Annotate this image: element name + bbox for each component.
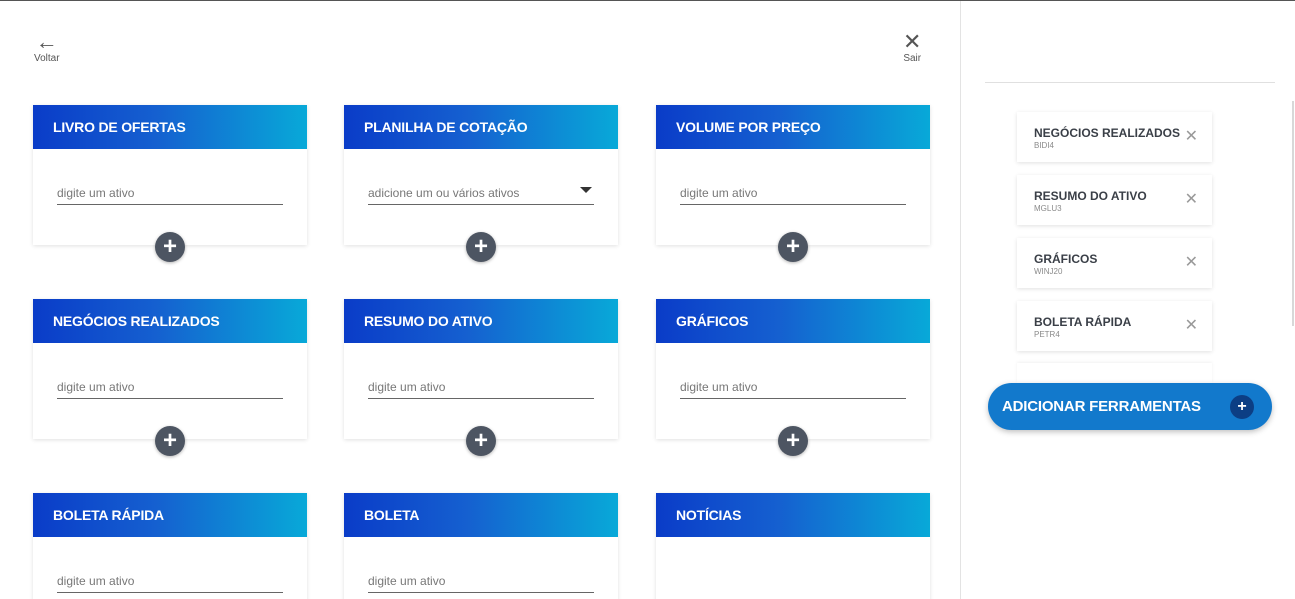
arrow-left-icon: ← <box>35 29 58 54</box>
asset-input[interactable]: digite um ativo <box>57 573 283 593</box>
selected-tool-item-partial <box>1017 363 1212 383</box>
tool-card-volume-por-preco: VOLUME POR PREÇO digite um ativo + <box>656 105 930 262</box>
tool-name: NEGÓCIOS REALIZADOS <box>1034 126 1181 140</box>
card-title: BOLETA <box>344 493 618 537</box>
tool-card-negocios-realizados: NEGÓCIOS REALIZADOS digite um ativo + <box>33 299 307 456</box>
panel-separator <box>985 82 1275 83</box>
remove-icon[interactable]: ✕ <box>1185 189 1198 209</box>
tool-asset: PETR4 <box>1034 330 1060 339</box>
add-tools-button[interactable]: ADICIONAR FERRAMENTAS + <box>988 383 1272 430</box>
exit-label: Sair <box>903 53 922 64</box>
card-title: GRÁFICOS <box>656 299 930 343</box>
selected-tool-item[interactable]: NEGÓCIOS REALIZADOS BIDI4 ✕ <box>1017 112 1212 162</box>
caret-down-icon <box>580 187 592 193</box>
card-title: LIVRO DE OFERTAS <box>33 105 307 149</box>
selected-tool-item[interactable]: BOLETA RÁPIDA PETR4 ✕ <box>1017 301 1212 351</box>
assets-select-placeholder: adicione um ou vários ativos <box>368 186 520 200</box>
add-card-button[interactable]: + <box>466 426 496 456</box>
card-title: PLANILHA DE COTAÇÃO <box>344 105 618 149</box>
selected-tool-item[interactable]: GRÁFICOS WINJ20 ✕ <box>1017 238 1212 288</box>
card-title: NOTÍCIAS <box>656 493 930 537</box>
add-card-button[interactable]: + <box>155 232 185 262</box>
back-label: Voltar <box>34 53 60 64</box>
tool-name: GRÁFICOS <box>1034 252 1098 266</box>
selected-tools-panel: NEGÓCIOS REALIZADOS BIDI4 ✕ RESUMO DO AT… <box>961 1 1295 599</box>
tools-grid-area: ← Voltar ✕ Sair LIVRO DE OFERTAS digite … <box>0 1 960 599</box>
tool-card-livro-de-ofertas: LIVRO DE OFERTAS digite um ativo + <box>33 105 307 262</box>
card-title: RESUMO DO ATIVO <box>344 299 618 343</box>
tool-asset: WINJ20 <box>1034 267 1063 276</box>
asset-input[interactable]: digite um ativo <box>368 573 594 593</box>
tool-asset: BIDI4 <box>1034 141 1055 150</box>
assets-select[interactable]: adicione um ou vários ativos <box>368 185 594 205</box>
add-card-button[interactable]: + <box>778 232 808 262</box>
asset-input[interactable]: digite um ativo <box>57 185 283 205</box>
add-card-button[interactable]: + <box>155 426 185 456</box>
remove-icon[interactable]: ✕ <box>1185 252 1198 272</box>
card-title: VOLUME POR PREÇO <box>656 105 930 149</box>
tool-card-graficos: GRÁFICOS digite um ativo + <box>656 299 930 456</box>
plus-icon: + <box>1230 395 1254 419</box>
add-card-button[interactable]: + <box>466 232 496 262</box>
asset-input[interactable]: digite um ativo <box>368 379 594 399</box>
card-title: BOLETA RÁPIDA <box>33 493 307 537</box>
tool-card-boleta: BOLETA digite um ativo <box>344 493 618 599</box>
tool-name: RESUMO DO ATIVO <box>1034 189 1147 203</box>
exit-button[interactable]: ✕ Sair <box>903 29 922 65</box>
asset-input[interactable]: digite um ativo <box>680 185 906 205</box>
remove-icon[interactable]: ✕ <box>1185 126 1198 146</box>
tool-card-boleta-rapida: BOLETA RÁPIDA digite um ativo <box>33 493 307 599</box>
remove-icon[interactable]: ✕ <box>1185 315 1198 335</box>
asset-input[interactable]: digite um ativo <box>57 379 283 399</box>
selected-tool-item[interactable]: RESUMO DO ATIVO MGLU3 ✕ <box>1017 175 1212 225</box>
tool-card-resumo-do-ativo: RESUMO DO ATIVO digite um ativo + <box>344 299 618 456</box>
back-button[interactable]: ← Voltar <box>34 29 60 65</box>
card-title: NEGÓCIOS REALIZADOS <box>33 299 307 343</box>
tool-asset: MGLU3 <box>1034 204 1062 213</box>
add-card-button[interactable]: + <box>778 426 808 456</box>
close-icon: ✕ <box>903 29 922 54</box>
tool-name: BOLETA RÁPIDA <box>1034 315 1132 329</box>
asset-input[interactable]: digite um ativo <box>680 379 906 399</box>
app: ← Voltar ✕ Sair LIVRO DE OFERTAS digite … <box>0 0 1295 599</box>
add-tools-label: ADICIONAR FERRAMENTAS <box>1002 398 1201 415</box>
scrollbar[interactable] <box>1292 101 1294 326</box>
tool-card-planilha-de-cotacao: PLANILHA DE COTAÇÃO adicione um ou vário… <box>344 105 618 262</box>
tool-card-noticias: NOTÍCIAS <box>656 493 930 599</box>
